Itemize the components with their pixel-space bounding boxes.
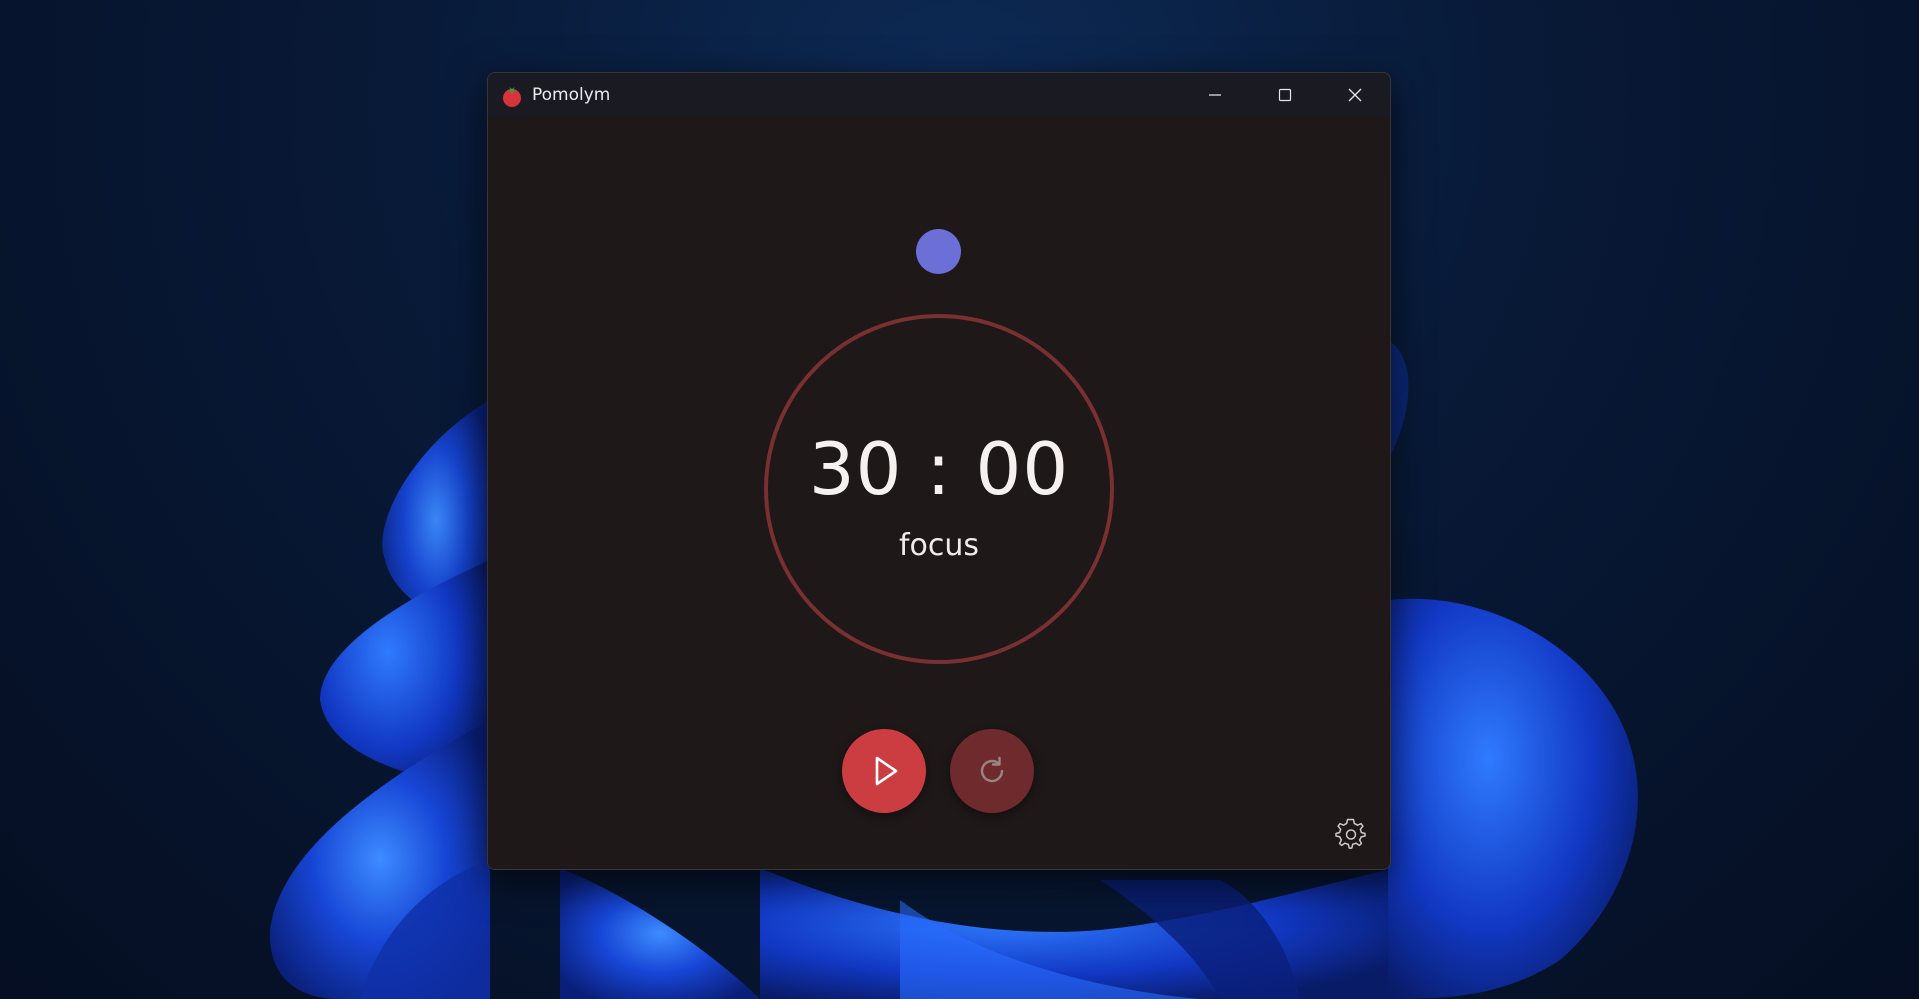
- timer-mode-label: focus: [898, 528, 980, 563]
- title-bar[interactable]: Pomolym: [488, 73, 1390, 117]
- close-button[interactable]: [1320, 73, 1390, 117]
- window-title: Pomolym: [532, 85, 611, 105]
- play-button[interactable]: [842, 729, 926, 813]
- timer-display: 30 : 00: [808, 427, 1070, 511]
- maximize-button[interactable]: [1250, 73, 1320, 117]
- reset-icon: [980, 756, 1004, 783]
- close-icon: [1348, 88, 1362, 102]
- play-icon: [875, 756, 898, 786]
- app-window: Pomolym 30 : 00 focus: [487, 72, 1391, 870]
- maximize-icon: [1278, 88, 1292, 102]
- session-indicator-dot: [916, 229, 961, 274]
- desktop-wallpaper: Pomolym 30 : 00 focus: [0, 0, 1919, 999]
- tomato-icon: [503, 87, 521, 107]
- minimize-button[interactable]: [1180, 73, 1250, 117]
- settings-button[interactable]: [1330, 813, 1372, 855]
- gear-icon: [1335, 818, 1366, 849]
- reset-button[interactable]: [950, 729, 1034, 813]
- minimize-icon: [1209, 94, 1221, 96]
